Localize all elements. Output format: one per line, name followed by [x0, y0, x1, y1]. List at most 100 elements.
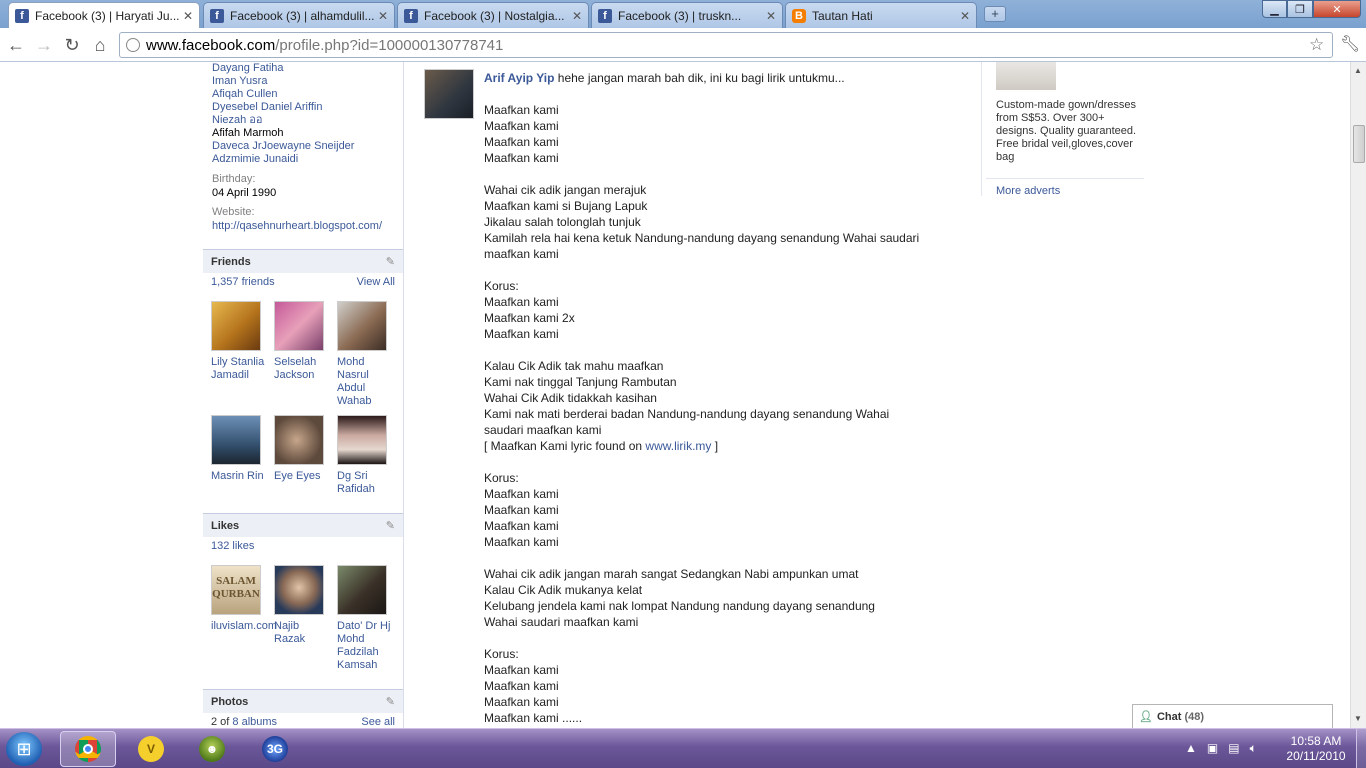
minimize-button[interactable]: ▁ — [1262, 0, 1287, 18]
like-card[interactable]: Najib Razak — [274, 565, 330, 646]
tab-tautan-hati[interactable]: B Tautan Hati ✕ — [785, 2, 977, 28]
post-lyrics-part1: Maafkan kami Maafkan kami Maafkan kami M… — [484, 103, 920, 437]
pencil-edit-icon[interactable]: ✎ — [386, 519, 395, 532]
close-tab-icon[interactable]: ✕ — [183, 9, 193, 23]
friend-name[interactable]: Eye Eyes — [274, 470, 330, 483]
friend-name[interactable]: Selselah Jackson — [274, 356, 330, 382]
show-desktop-button[interactable] — [1356, 729, 1366, 768]
family-member-link[interactable]: Afiqah Cullen — [212, 88, 403, 101]
taskbar-frog-app[interactable]: ☻ — [184, 731, 240, 767]
chat-bar[interactable]: 👤︎ Chat (48) — [1132, 704, 1333, 728]
tab-nostalgia[interactable]: f Facebook (3) | Nostalgia... ✕ — [397, 2, 589, 28]
friend-photo[interactable] — [211, 301, 261, 351]
friend-photo[interactable] — [274, 301, 324, 351]
family-member-link[interactable]: Dyesebel Daniel Ariffin — [212, 101, 403, 114]
friend-name[interactable]: Masrin Rin — [211, 470, 267, 483]
photos-see-all-link[interactable]: See all — [361, 716, 395, 728]
birthday-value: 04 April 1990 — [212, 187, 277, 199]
pencil-edit-icon[interactable]: ✎ — [386, 695, 395, 708]
address-bar[interactable]: www.facebook.com/profile.php?id=10000013… — [119, 32, 1333, 58]
photos-box-header: Photos ✎ — [203, 689, 403, 713]
like-card[interactable]: Dato' Dr Hj Mohd Fadzilah Kamsah — [337, 565, 393, 672]
friend-card[interactable]: Masrin Rin — [211, 415, 267, 483]
friend-name[interactable]: Lily Stanlia Jamadil — [211, 356, 267, 382]
friends-view-all-link[interactable]: View All — [357, 276, 395, 288]
start-button[interactable]: ⊞ — [6, 732, 42, 766]
author-avatar[interactable] — [424, 69, 474, 119]
windows-taskbar: ⊞ V ☻ 3G ▲ ▣ ▤ 🔈︎ 10:58 AM 20/11/2010 — [0, 728, 1366, 768]
tab-truskn[interactable]: f Facebook (3) | truskn... ✕ — [591, 2, 783, 28]
like-page-name[interactable]: Dato' Dr Hj Mohd Fadzilah Kamsah — [337, 620, 393, 672]
vertical-scrollbar[interactable]: ▲ ▼ — [1350, 62, 1366, 728]
friend-photo[interactable] — [274, 415, 324, 465]
tab-title: Facebook (3) | Nostalgia... — [424, 8, 565, 23]
close-tab-icon[interactable]: ✕ — [960, 9, 970, 23]
friend-card[interactable]: Selselah Jackson — [274, 301, 330, 382]
network-icon[interactable]: ▤ — [1228, 741, 1239, 756]
blogger-favicon-icon: B — [792, 8, 806, 23]
tray-expand-icon[interactable]: ▲ — [1185, 741, 1197, 756]
pencil-edit-icon[interactable]: ✎ — [386, 255, 395, 268]
family-member-link[interactable]: Daveca JrJoewayne Sneijder — [212, 140, 403, 153]
family-member-link[interactable]: Adzmimie Junaidi — [212, 153, 403, 166]
like-page-name[interactable]: Najib Razak — [274, 620, 330, 646]
likes-subheader: 132 likes — [211, 540, 395, 552]
close-tab-icon[interactable]: ✕ — [378, 9, 388, 23]
like-page-photo[interactable]: SALAM QURBAN — [211, 565, 261, 615]
birthday-label: Birthday: — [212, 173, 256, 185]
reload-icon[interactable]: ↻ — [61, 34, 83, 56]
close-window-button[interactable]: ✕ — [1313, 0, 1361, 18]
friend-photo[interactable] — [211, 415, 261, 465]
family-member-link[interactable]: Dayang Fatiha — [212, 62, 403, 75]
friend-card[interactable]: Mohd Nasrul Abdul Wahab — [337, 301, 393, 408]
scrollbar-thumb[interactable] — [1353, 125, 1365, 163]
tab-alhamdulil[interactable]: f Facebook (3) | alhamdulil... ✕ — [203, 2, 395, 28]
scroll-up-arrow-icon[interactable]: ▲ — [1354, 66, 1362, 75]
friend-name[interactable]: Mohd Nasrul Abdul Wahab — [337, 356, 393, 408]
friends-count-link[interactable]: 1,357 friends — [211, 276, 275, 288]
taskbar-v-app[interactable]: V — [123, 731, 179, 767]
back-arrow-icon[interactable]: ← — [5, 34, 27, 56]
albums-link[interactable]: 8 albums — [232, 716, 277, 728]
friend-photo[interactable] — [337, 301, 387, 351]
more-adverts-link[interactable]: More adverts — [986, 178, 1144, 197]
volume-icon[interactable]: 🔈︎ — [1250, 741, 1257, 756]
taskbar-chrome[interactable] — [60, 731, 116, 767]
like-card[interactable]: SALAM QURBAN iluvislam.com — [211, 565, 277, 633]
taskbar-3g-app[interactable]: 3G — [247, 731, 303, 767]
friend-card[interactable]: Lily Stanlia Jamadil — [211, 301, 267, 382]
browser-toolbar: ← → ↻ ⌂ www.facebook.com/profile.php?id=… — [0, 28, 1366, 62]
facebook-favicon-icon: f — [598, 8, 612, 23]
family-member-link[interactable]: Niezah ออ — [212, 114, 403, 127]
tab-haryati[interactable]: f Facebook (3) | Haryati Ju... ✕ — [8, 2, 200, 29]
ads-column: Custom-made gown/dresses from S$53. Over… — [981, 62, 1144, 197]
lirik-my-link[interactable]: www.lirik.my — [645, 439, 711, 453]
ad-text[interactable]: Custom-made gown/dresses from S$53. Over… — [996, 99, 1142, 164]
facebook-favicon-icon: f — [404, 8, 418, 23]
friend-card[interactable]: Dg Sri Rafidah — [337, 415, 393, 496]
family-member-link[interactable]: Iman Yusra — [212, 75, 403, 88]
post-author-link[interactable]: Arif Ayip Yip — [484, 71, 554, 85]
friend-card[interactable]: Eye Eyes — [274, 415, 330, 483]
website-link[interactable]: http://qasehnurheart.blogspot.com/ — [203, 220, 403, 232]
chat-online-count: (48) — [1184, 710, 1205, 723]
wrench-icon[interactable]: 🔧︎ — [1340, 34, 1360, 54]
like-page-photo[interactable] — [337, 565, 387, 615]
close-tab-icon[interactable]: ✕ — [766, 9, 776, 23]
home-icon[interactable]: ⌂ — [89, 34, 111, 56]
like-page-name[interactable]: iluvislam.com — [211, 620, 277, 633]
like-page-photo[interactable] — [274, 565, 324, 615]
taskbar-clock[interactable]: 10:58 AM 20/11/2010 — [1280, 734, 1352, 764]
close-tab-icon[interactable]: ✕ — [572, 9, 582, 23]
likes-count-link[interactable]: 132 likes — [211, 540, 254, 552]
ad-image[interactable] — [996, 62, 1056, 90]
bookmark-star-icon[interactable]: ☆ — [1309, 35, 1324, 55]
maximize-button[interactable]: ❐ — [1287, 0, 1313, 18]
tray-device-icon[interactable]: ▣ — [1207, 741, 1218, 756]
friend-photo[interactable] — [337, 415, 387, 465]
tab-title: Facebook (3) | Haryati Ju... — [35, 9, 179, 23]
scroll-down-arrow-icon[interactable]: ▼ — [1354, 714, 1362, 723]
new-tab-button[interactable]: + — [984, 6, 1006, 22]
friend-name[interactable]: Dg Sri Rafidah — [337, 470, 393, 496]
forward-arrow-icon[interactable]: → — [33, 34, 55, 56]
